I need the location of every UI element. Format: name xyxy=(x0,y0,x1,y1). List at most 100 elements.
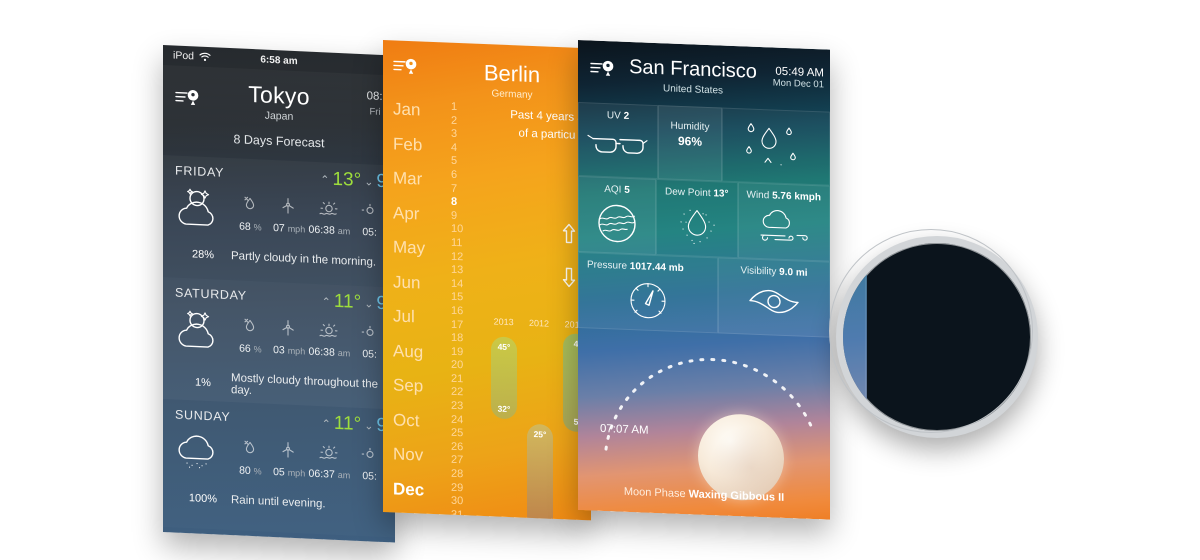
day-item[interactable]: 17 xyxy=(451,318,477,333)
arrow-down-icon[interactable] xyxy=(561,266,577,289)
forecast-high: 11° xyxy=(333,412,362,436)
month-item[interactable]: Jan xyxy=(393,99,441,119)
day-item[interactable]: 5 xyxy=(451,155,477,170)
eye-icon xyxy=(727,282,821,322)
dew-point-tile[interactable]: Dew Point 13° xyxy=(656,178,738,259)
month-item[interactable]: Oct xyxy=(393,410,441,430)
day-item[interactable]: 21 xyxy=(451,373,477,388)
pressure-tile[interactable]: Pressure 1017.44 mb xyxy=(578,252,718,334)
tokyo-header: Tokyo Japan 08:5 Fri F 8 Days Forecast xyxy=(163,65,395,164)
wind-turbine-icon xyxy=(270,438,309,464)
tokyo-subtitle: 8 Days Forecast xyxy=(233,132,325,151)
day-item[interactable]: 18 xyxy=(451,332,477,347)
tokyo-weather-panel[interactable]: iPod 6:58 am Tokyo Japan 08:5 Fri F 8 Da… xyxy=(163,45,395,543)
magnifier-content: San Francisco United States UV 2 xyxy=(843,243,867,431)
range-high: 25° xyxy=(533,429,547,440)
visibility-tile[interactable]: Visibility 9.0 mi xyxy=(718,257,830,338)
month-item[interactable]: Nov xyxy=(393,444,441,464)
caret-up-icon: ⌃ xyxy=(321,417,331,431)
day-item[interactable]: 10 xyxy=(451,223,477,238)
sunset-value: 05: xyxy=(362,470,377,483)
sunrise-value: 06:38 xyxy=(308,223,335,237)
month-item[interactable]: Mar xyxy=(393,168,441,188)
forecast-row[interactable]: SUNDAY ⌃ 11° ⌄ 9 80 % 05 mph 06:37 am 05… xyxy=(163,399,395,538)
day-item[interactable]: 31 xyxy=(451,509,477,521)
day-item[interactable]: 30 xyxy=(451,495,477,510)
day-item[interactable]: 2 xyxy=(451,114,477,129)
dew-value: 13° xyxy=(713,188,729,200)
month-item[interactable]: Jul xyxy=(393,306,441,326)
arrow-up-icon[interactable] xyxy=(561,222,577,245)
humidity-value: 66 xyxy=(239,342,251,355)
day-item[interactable]: 6 xyxy=(451,169,477,184)
day-item[interactable]: 19 xyxy=(451,345,477,360)
day-item[interactable]: 13 xyxy=(451,264,477,279)
sanfrancisco-details-panel[interactable]: San Francisco United States 05:49 AM Mon… xyxy=(578,40,830,520)
wind-cloud-icon xyxy=(747,202,822,251)
day-item[interactable]: 15 xyxy=(451,291,477,306)
forecast-row[interactable]: FRIDAY ⌃ 13° ⌄ 9 68 % 07 mph 06:38 am 05… xyxy=(163,155,395,288)
sunset-value: 05: xyxy=(362,226,377,239)
day-item-selected[interactable]: 8 xyxy=(451,196,477,211)
sunrise-metric: 06:37 am xyxy=(309,440,351,484)
rain-tile[interactable] xyxy=(722,107,830,186)
berlin-city-title: Berlin xyxy=(483,60,541,88)
berlin-description: Past 4 years a of a particu xyxy=(510,109,584,142)
year-label: 2013 xyxy=(493,316,514,328)
day-item[interactable]: 24 xyxy=(451,413,477,428)
sunrise-value: 06:38 xyxy=(308,345,335,359)
forecast-row[interactable]: SATURDAY ⌃ 11° ⌄ 9 66 % 03 mph 06:38 am … xyxy=(163,277,395,410)
day-item[interactable]: 9 xyxy=(451,209,477,224)
day-item[interactable]: 20 xyxy=(451,359,477,374)
day-item[interactable]: 22 xyxy=(451,386,477,401)
range-high: 45° xyxy=(497,341,511,353)
range-low: 32° xyxy=(497,403,511,415)
day-item[interactable]: 29 xyxy=(451,481,477,496)
humidity-tile[interactable]: Humidity 96% xyxy=(658,105,722,182)
day-item[interactable]: 25 xyxy=(451,427,477,442)
forecast-high: 13° xyxy=(332,168,362,192)
month-item-selected[interactable]: Dec xyxy=(393,479,441,499)
water-waves-icon xyxy=(587,198,647,248)
precip-chance: 100% xyxy=(188,492,218,506)
sunrise-unit: am xyxy=(337,469,351,481)
humidity-metric: 68 % xyxy=(231,192,270,236)
day-item[interactable]: 16 xyxy=(451,305,477,320)
aqi-tile[interactable]: AQI 5 xyxy=(578,176,657,255)
month-item[interactable]: Sep xyxy=(393,375,441,395)
berlin-history-panel[interactable]: Berlin Germany Past 4 years a of a parti… xyxy=(383,40,591,521)
day-item[interactable]: 7 xyxy=(451,182,477,197)
month-picker[interactable]: Jan Feb Mar Apr May Jun Jul Aug Sep Oct … xyxy=(393,99,441,516)
sunrise-time: 07:07 AM xyxy=(600,422,649,437)
location-pin-icon[interactable] xyxy=(393,56,419,75)
sf-date-value: Mon Dec 01 xyxy=(772,77,824,91)
wind-tile[interactable]: Wind 5.76 kmph xyxy=(737,182,830,262)
uv-tile[interactable]: UV 2 xyxy=(578,102,658,180)
day-item[interactable]: 4 xyxy=(451,142,477,157)
rain-cloud-icon xyxy=(175,430,231,479)
day-item[interactable]: 12 xyxy=(451,250,477,265)
day-item[interactable]: 23 xyxy=(451,400,477,415)
month-item[interactable]: Aug xyxy=(393,341,441,361)
sunset-value: 05: xyxy=(362,348,377,361)
month-item[interactable]: Jun xyxy=(393,272,441,292)
day-item[interactable]: 28 xyxy=(451,468,477,483)
raindrops-icon xyxy=(731,115,821,178)
day-item[interactable]: 14 xyxy=(451,277,477,292)
screenshot-stage: iPod 6:58 am Tokyo Japan 08:5 Fri F 8 Da… xyxy=(0,0,1200,560)
forecast-temps: ⌃ 11° ⌄ 9 xyxy=(322,290,387,315)
day-item[interactable]: 1 xyxy=(451,101,477,116)
day-item[interactable]: 3 xyxy=(451,128,477,143)
day-picker[interactable]: 1 2 3 4 5 6 7 8 9 10 11 12 13 14 15 16 1… xyxy=(451,101,477,521)
day-item[interactable]: 26 xyxy=(451,441,477,456)
sunrise-icon xyxy=(309,196,351,222)
scroll-arrows[interactable] xyxy=(561,222,577,289)
day-item[interactable]: 27 xyxy=(451,454,477,469)
month-item[interactable]: Feb xyxy=(393,134,441,154)
month-item[interactable]: Apr xyxy=(393,203,441,223)
location-pin-icon[interactable] xyxy=(590,58,616,77)
day-item[interactable]: 11 xyxy=(451,237,477,252)
month-item[interactable]: May xyxy=(393,237,441,257)
dew-label: Dew Point xyxy=(665,186,711,200)
forecast-summary: Rain until evening. xyxy=(231,494,326,511)
